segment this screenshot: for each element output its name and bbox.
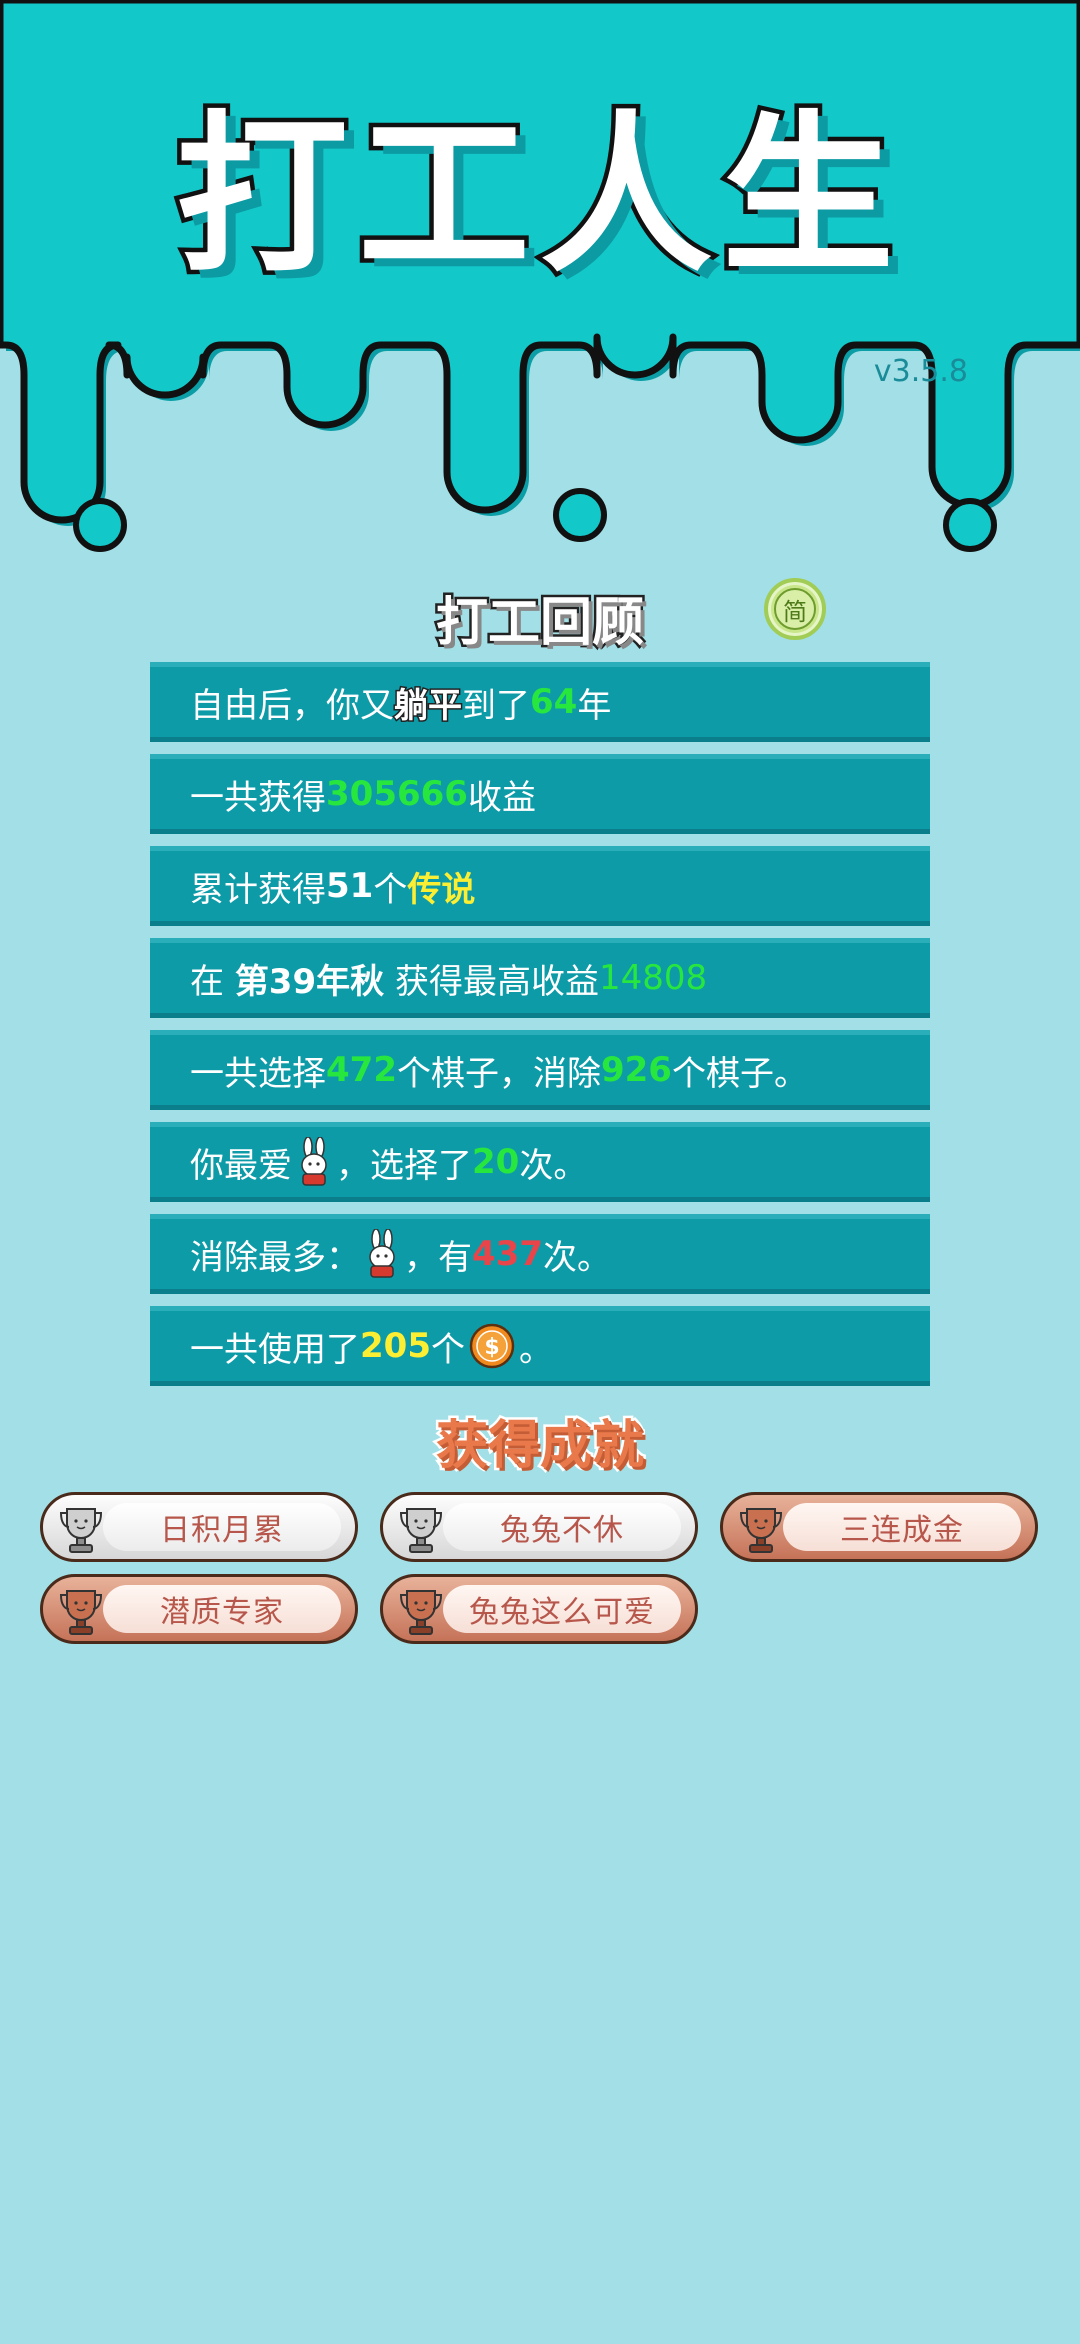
stat-chosen-value: 472	[326, 1050, 397, 1090]
trophy-icon	[59, 1590, 103, 1635]
achievements-title: 获得成就	[433, 1414, 646, 1479]
achievement-label: 兔兔这么可爱	[469, 1595, 655, 1630]
stat-text: 自由后，你又	[190, 685, 394, 726]
achievement-label: 潜质专家	[160, 1595, 284, 1630]
stat-income-value: 305666	[326, 774, 468, 814]
stat-text: 到了	[462, 685, 530, 726]
rabbit-icon	[369, 1229, 395, 1278]
stat-text: 个棋子，消除	[396, 1053, 601, 1094]
stat-removed-value: 926	[600, 1050, 672, 1090]
achievement-label: 兔兔不休	[500, 1513, 624, 1548]
language-toggle-button[interactable]: 简	[764, 578, 826, 640]
stat-text: 消除最多：	[190, 1237, 360, 1278]
stat-row-legends: 累计获得 51 个传说	[150, 846, 930, 926]
review-title: 打工回顾	[433, 591, 646, 656]
achievement-badge[interactable]: 兔兔不休	[380, 1492, 698, 1562]
drip-dot	[943, 498, 997, 552]
language-toggle-label: 简	[774, 588, 816, 630]
stat-row-max-income: 在 第39年秋 获得最高收益 14808	[150, 938, 930, 1018]
stat-row-favorite: 你最爱 ，选择了 20 次。	[150, 1122, 930, 1202]
stat-text: ，选择了	[336, 1145, 472, 1186]
stat-max-income-value: 14808	[598, 958, 708, 998]
drip-dot	[553, 488, 607, 542]
stat-row-most-removed: 消除最多： ，有 437 次。	[150, 1214, 930, 1294]
stat-time-value: 第39年秋	[234, 961, 385, 1002]
stat-row-coins: 一共使用了 205 个 $ 。	[150, 1306, 930, 1386]
stat-text: 一共使用了	[190, 1329, 360, 1370]
stat-legend-count: 51	[326, 866, 374, 906]
stat-row-pieces: 一共选择 472 个棋子，消除 926 个棋子。	[150, 1030, 930, 1110]
trophy-icon	[739, 1508, 783, 1553]
achievement-badge[interactable]: 日积月累	[40, 1492, 358, 1562]
stat-removed-times: 437	[472, 1234, 543, 1274]
achievement-badge[interactable]: 潜质专家	[40, 1574, 358, 1644]
stat-coins-value: 205	[360, 1326, 431, 1366]
trophy-icon	[59, 1508, 103, 1553]
version-label: v3.5.8	[873, 354, 968, 389]
stat-favorite-times: 20	[472, 1142, 520, 1182]
stat-row-years: 自由后，你又 躺平 到了 64 年	[150, 662, 930, 742]
stat-row-income: 一共获得 305666 收益	[150, 754, 930, 834]
stat-years-value: 64	[530, 682, 578, 722]
stat-text: 收益	[467, 777, 536, 818]
svg-text:$: $	[484, 1335, 499, 1360]
rabbit-icon	[301, 1137, 327, 1186]
coin-icon: $	[469, 1323, 515, 1369]
achievement-badge[interactable]: 三连成金	[720, 1492, 1038, 1562]
trophy-icon	[399, 1590, 443, 1635]
stat-text: ，有	[404, 1237, 472, 1278]
drip-dot	[73, 498, 127, 552]
stat-highlight: 躺平	[393, 684, 464, 727]
achievement-label: 三连成金	[840, 1513, 964, 1548]
game-title: 打工人生	[172, 95, 904, 296]
stat-text: 。	[518, 1329, 553, 1370]
stat-legend-label: 传说	[407, 869, 476, 910]
stat-text: 一共选择	[190, 1053, 326, 1094]
stat-text: 个	[430, 1329, 465, 1370]
stat-text: 累计获得	[190, 869, 326, 910]
stat-text: 一共获得	[190, 777, 326, 818]
stat-text: 次。	[542, 1237, 611, 1278]
achievement-label: 日积月累	[160, 1513, 284, 1548]
stat-text: 在	[190, 961, 235, 1002]
stat-text: 个	[373, 869, 408, 910]
trophy-icon	[399, 1508, 443, 1553]
stat-text: 你最爱	[190, 1145, 292, 1186]
stat-text: 次。	[519, 1145, 588, 1186]
stat-text: 年	[577, 685, 612, 726]
stat-text: 获得最高收益	[384, 961, 599, 1002]
stat-text: 个棋子。	[671, 1053, 808, 1094]
achievement-badge[interactable]: 兔兔这么可爱	[380, 1574, 698, 1644]
